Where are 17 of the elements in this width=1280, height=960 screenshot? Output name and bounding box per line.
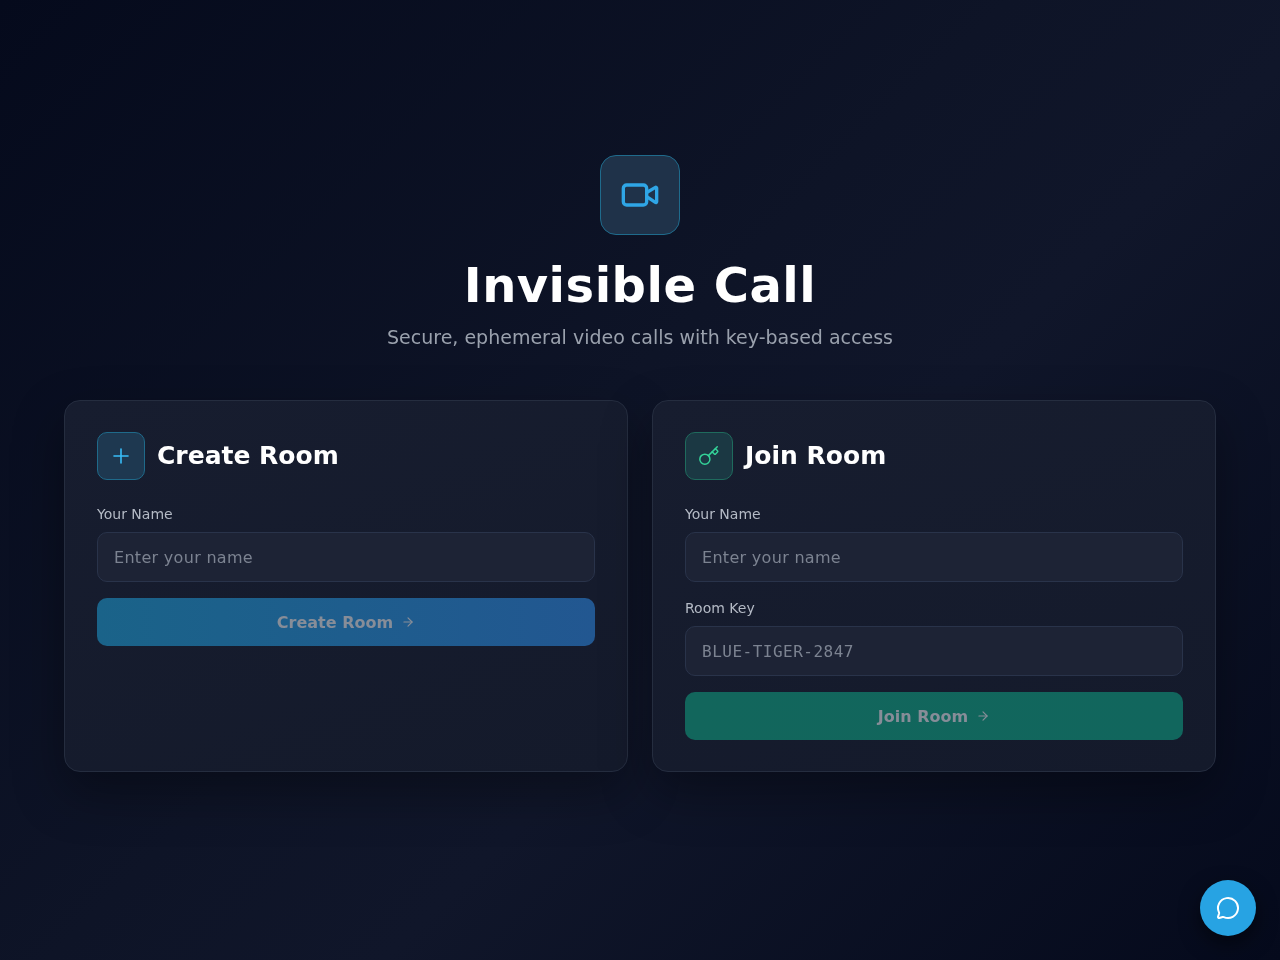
name-field[interactable]: Enter your name	[685, 532, 1183, 582]
video-camera-icon	[600, 155, 680, 235]
card-title: Create Room	[157, 440, 339, 472]
app-title: Invisible Call	[463, 256, 817, 315]
app-subtitle: Secure, ephemeral video calls with key-based access	[387, 325, 893, 350]
field-label: Your Name	[685, 505, 761, 524]
arrow-right-icon	[401, 615, 416, 629]
arrow-right-icon	[976, 709, 991, 723]
plus-icon	[97, 432, 145, 480]
field-label: Your Name	[97, 505, 173, 524]
field-label: Room Key	[685, 599, 755, 618]
card-title: Join Room	[745, 440, 887, 472]
key-icon	[685, 432, 733, 480]
chat-bubble-icon	[1216, 896, 1240, 920]
room-key-field[interactable]: BLUE-TIGER-2847	[685, 626, 1183, 676]
chat-button[interactable]	[1200, 880, 1256, 936]
name-field[interactable]: Enter your name	[97, 532, 595, 582]
